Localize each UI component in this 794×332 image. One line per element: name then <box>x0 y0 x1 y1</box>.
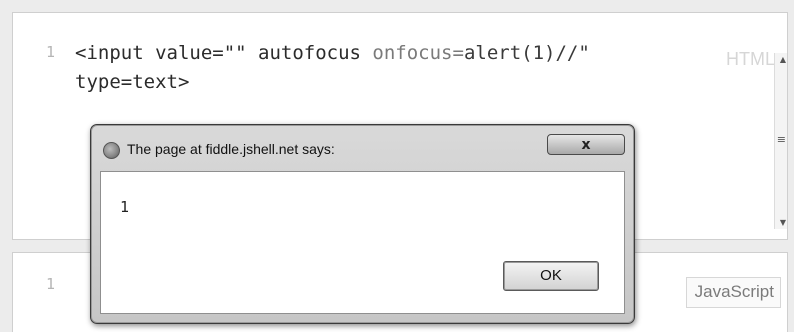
code-tag: <input value="" <box>75 42 259 64</box>
html-code-editor[interactable]: <input value="" autofocus onfocus=alert(… <box>75 39 590 97</box>
scroll-grip-icon[interactable]: ≡ <box>777 133 786 146</box>
scroll-down-arrow-icon[interactable]: ▼ <box>780 218 786 227</box>
dialog-title: The page at fiddle.jshell.net says: <box>127 141 335 157</box>
dialog-titlebar[interactable]: The page at fiddle.jshell.net says: x <box>91 125 634 169</box>
close-icon: x <box>581 137 591 153</box>
code-attr-onfocus: onfocus= <box>360 42 464 64</box>
vertical-scrollbar[interactable]: ▲ ≡ ▼ <box>774 53 787 229</box>
close-button[interactable]: x <box>547 134 625 155</box>
ok-button[interactable]: OK <box>503 261 599 291</box>
line-number: 1 <box>46 43 56 61</box>
line-number: 1 <box>46 275 56 293</box>
code-line-2: type=text> <box>75 71 190 93</box>
dialog-message: 1 <box>120 198 130 216</box>
javascript-language-label[interactable]: JavaScript <box>685 277 781 308</box>
scroll-up-arrow-icon[interactable]: ▲ <box>780 55 786 64</box>
browser-icon <box>103 142 120 159</box>
code-attr-autofocus: autofocus <box>258 42 361 64</box>
html-language-label: HTML <box>726 49 775 69</box>
alert-dialog: The page at fiddle.jshell.net says: x 1 … <box>90 124 635 324</box>
code-attr-value: alert(1)//" <box>463 42 590 64</box>
dialog-body: 1 OK <box>100 171 625 314</box>
